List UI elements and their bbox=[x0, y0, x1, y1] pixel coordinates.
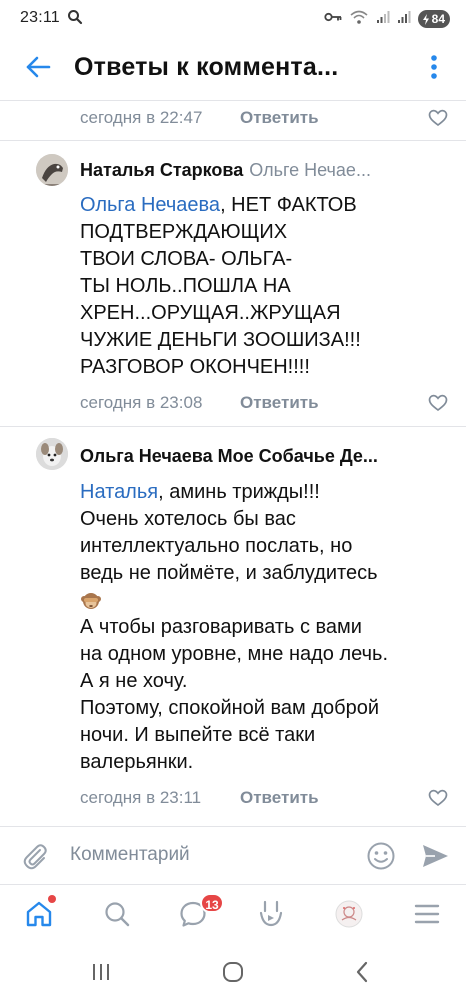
comment-line: ведь не поймёте, и заблудитесь bbox=[80, 562, 378, 584]
comment-line: А чтобы разговаривать с вами bbox=[80, 616, 362, 638]
comment-line: ХРЕН...ОРУЩАЯ..ЖРУЩАЯ bbox=[80, 302, 341, 324]
search-icon bbox=[67, 9, 83, 30]
nav-menu[interactable] bbox=[410, 897, 444, 931]
comment-line: ТЫ НОЛЬ..ПОШЛА НА bbox=[80, 275, 291, 297]
comment-line: Поэтому, спокойной вам доброй bbox=[80, 697, 380, 719]
comment-line: интеллектуально послать, но bbox=[80, 535, 353, 557]
comment-line: валерьянки. bbox=[80, 751, 194, 773]
comment-divider bbox=[0, 140, 466, 141]
comment-line: , аминь трижды!!! bbox=[158, 481, 320, 503]
comment-line: , НЕТ ФАКТОВ bbox=[220, 194, 357, 216]
like-heart-icon[interactable] bbox=[428, 394, 448, 412]
app-header: Ответы к коммента... bbox=[0, 38, 466, 100]
comment-author[interactable]: Наталья Старкова bbox=[80, 160, 243, 180]
see-no-evil-monkey-icon bbox=[81, 592, 101, 609]
comment-text: Ольга Нечаева, НЕТ ФАКТОВ ПОДТВЕРЖДАЮЩИХ… bbox=[80, 192, 446, 381]
mention-link[interactable]: Наталья bbox=[80, 481, 158, 503]
more-button[interactable] bbox=[426, 50, 442, 84]
comment-date: сегодня в 22:47 bbox=[80, 108, 203, 127]
comment-author-line: Наталья Старкова Ольге Нечае... bbox=[80, 160, 444, 186]
more-vertical-icon bbox=[431, 55, 437, 79]
avatar[interactable] bbox=[36, 154, 68, 186]
back-chevron-icon[interactable] bbox=[350, 960, 376, 984]
reply-button[interactable]: Ответить bbox=[240, 393, 319, 413]
status-icons: 84 bbox=[324, 9, 450, 29]
comment-line: РАЗГОВОР ОКОНЧЕН!!!! bbox=[80, 356, 310, 378]
comment-line: на одном уровне, мне надо лечь. bbox=[80, 643, 388, 665]
status-bar: 23:11 84 bbox=[0, 0, 466, 38]
reply-button[interactable]: Ответить bbox=[240, 788, 319, 808]
notification-dot bbox=[48, 895, 56, 903]
nav-clips[interactable] bbox=[254, 897, 288, 931]
nav-profile[interactable] bbox=[332, 897, 366, 931]
comment-text: Наталья, аминь трижды!!! Очень хотелось … bbox=[80, 479, 446, 776]
comment-line: ночи. И выпейте всё таки bbox=[80, 724, 316, 746]
mention-link[interactable]: Ольга Нечаева bbox=[80, 194, 220, 216]
search-icon bbox=[105, 902, 130, 927]
signal-icon bbox=[397, 10, 411, 29]
smiley-icon[interactable] bbox=[366, 841, 396, 871]
status-time: 23:11 bbox=[20, 9, 60, 26]
recents-icon[interactable] bbox=[88, 960, 114, 984]
comment-meta: сегодня в 23:11 Ответить bbox=[80, 786, 448, 810]
comment-author-line: Ольга Нечаева Мое Собачье Де... bbox=[80, 446, 444, 472]
comment-line: А я не хочу. bbox=[80, 670, 188, 692]
menu-icon bbox=[414, 904, 440, 924]
back-button[interactable] bbox=[22, 51, 54, 83]
comment-composer bbox=[0, 826, 466, 884]
bottom-nav: 13 bbox=[0, 884, 466, 944]
nav-search[interactable] bbox=[100, 897, 134, 931]
comment-line: ПОДТВЕРЖДАЮЩИХ bbox=[80, 221, 288, 243]
system-nav bbox=[0, 944, 466, 1000]
profile-avatar bbox=[335, 900, 363, 928]
comment-line: ЧУЖИЕ ДЕНЬГИ ЗООШИЗА!!! bbox=[80, 329, 361, 351]
home-circle-icon[interactable] bbox=[220, 960, 246, 984]
comment-line: Очень хотелось бы вас bbox=[80, 508, 296, 530]
comment-meta: сегодня в 22:47 Ответить bbox=[80, 106, 448, 130]
comment-author[interactable]: Ольга Нечаева Мое Собачье Де... bbox=[80, 446, 378, 466]
arrow-left-icon bbox=[26, 56, 51, 78]
avatar[interactable] bbox=[36, 438, 68, 470]
key-icon bbox=[324, 10, 342, 28]
comment-date: сегодня в 23:08 bbox=[80, 393, 203, 412]
comment-date: сегодня в 23:11 bbox=[80, 788, 202, 807]
messages-badge: 13 bbox=[200, 893, 224, 913]
comment-input[interactable] bbox=[70, 840, 350, 870]
battery-icon: 84 bbox=[417, 10, 450, 28]
like-heart-icon[interactable] bbox=[428, 789, 448, 807]
like-heart-icon[interactable] bbox=[428, 109, 448, 127]
signal-icon bbox=[376, 10, 390, 29]
comment-divider bbox=[0, 426, 466, 427]
header-divider bbox=[0, 100, 466, 101]
comment-line: ТВОИ СЛОВА- ОЛЬГА- bbox=[80, 248, 293, 270]
comment-meta: сегодня в 23:08 Ответить bbox=[80, 391, 448, 415]
clips-icon bbox=[259, 900, 283, 927]
home-icon bbox=[26, 901, 52, 927]
send-icon[interactable] bbox=[420, 842, 450, 870]
wifi-icon bbox=[349, 9, 369, 30]
reply-to-name[interactable]: Ольге Нечае... bbox=[249, 160, 371, 180]
reply-button[interactable]: Ответить bbox=[240, 108, 319, 128]
battery-level: 84 bbox=[431, 12, 445, 26]
page-title: Ответы к коммента... bbox=[74, 53, 339, 81]
paperclip-icon[interactable] bbox=[20, 841, 50, 871]
